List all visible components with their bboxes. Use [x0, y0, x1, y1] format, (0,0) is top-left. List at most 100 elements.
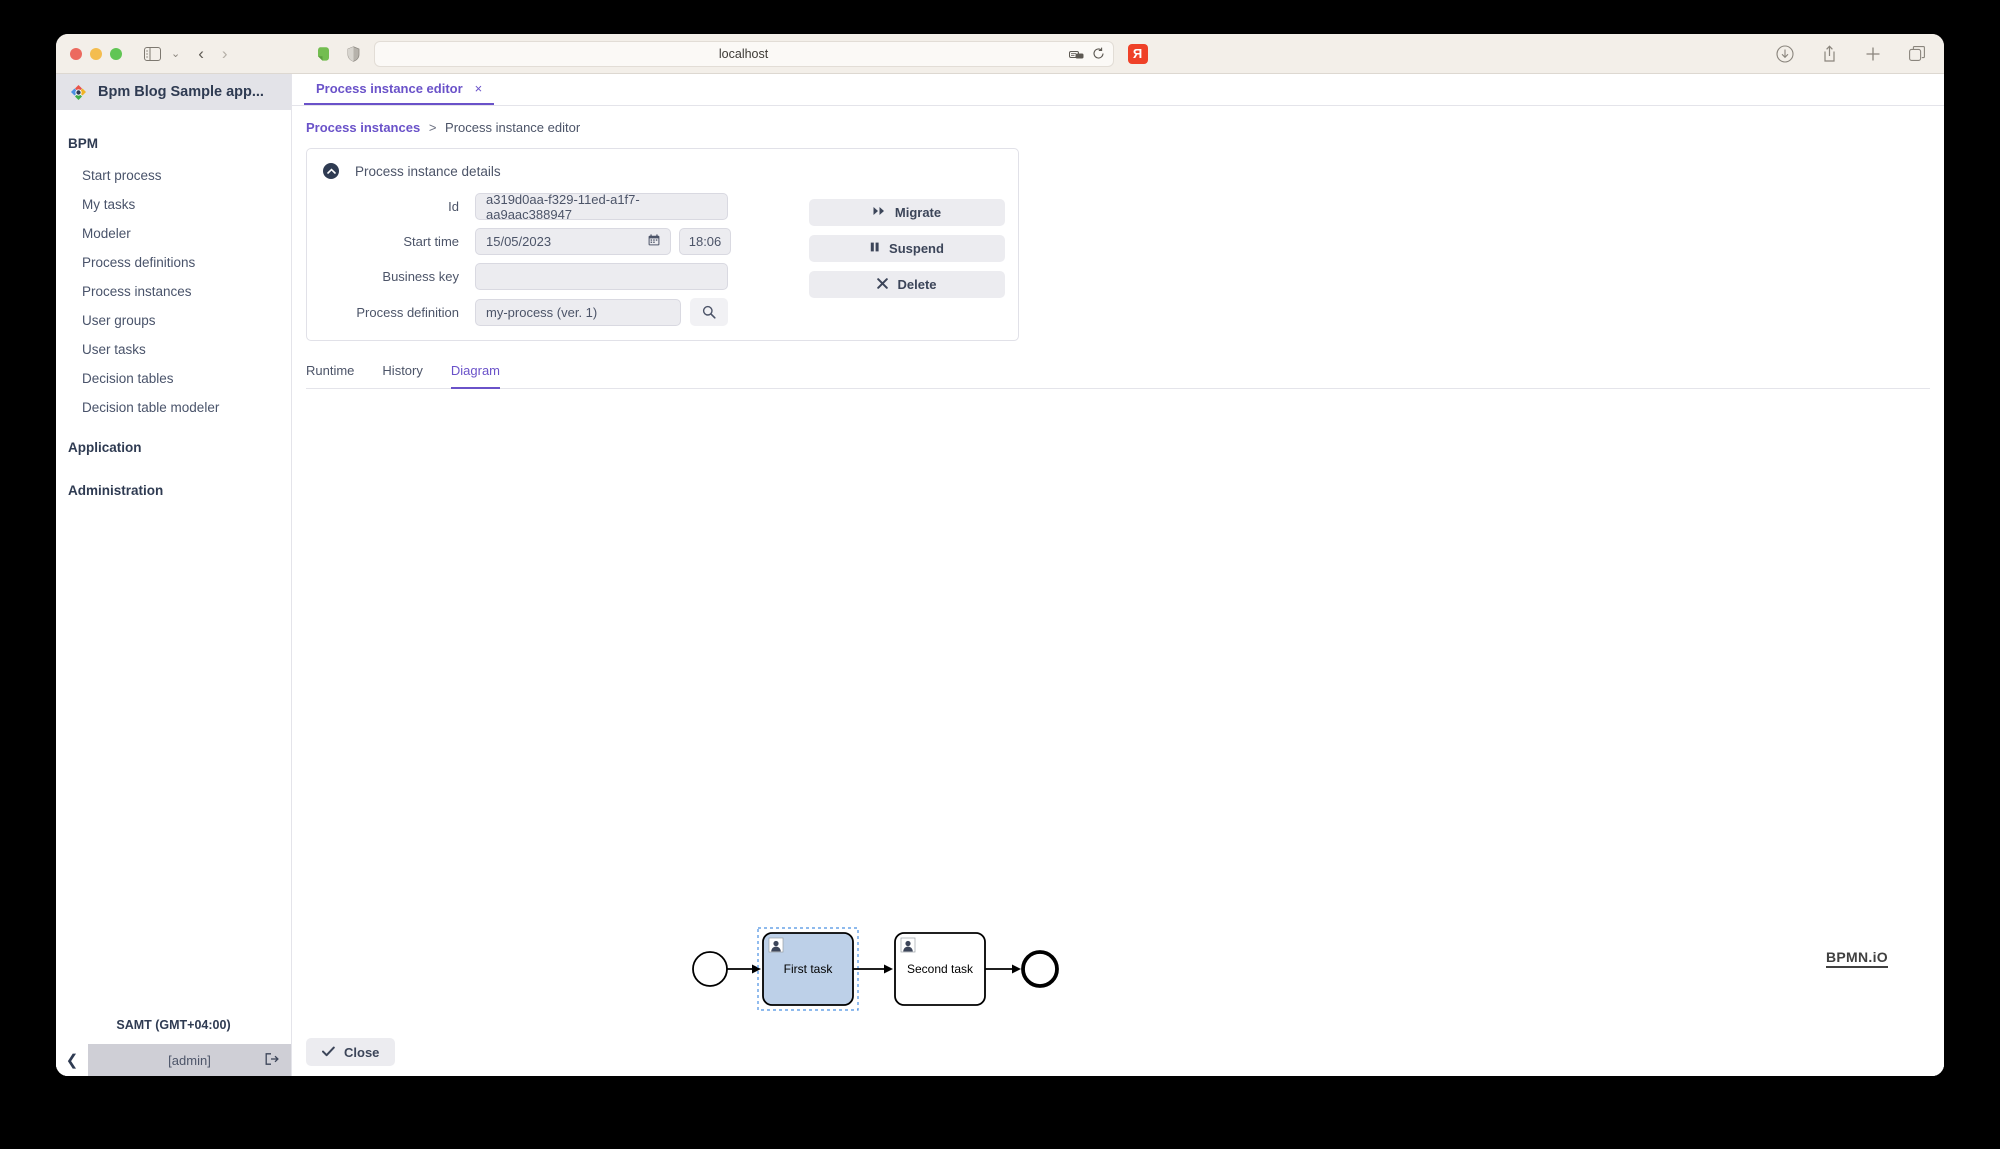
shield-extension-icon[interactable]	[347, 45, 360, 62]
maximize-window-button[interactable]	[110, 47, 122, 60]
start-date-field[interactable]: 15/05/2023	[475, 228, 671, 255]
chevron-left-icon[interactable]: ❮	[56, 1051, 88, 1069]
address-bar-actions	[1068, 42, 1105, 66]
bpmn-task-first-task-label: First task	[784, 962, 834, 976]
window-controls	[70, 47, 122, 60]
minimize-window-button[interactable]	[90, 47, 102, 60]
reload-icon[interactable]	[1092, 47, 1105, 60]
tab-overview-icon[interactable]	[1909, 45, 1926, 62]
user-task-icon	[768, 937, 784, 953]
yandex-extension-icon[interactable]: Я	[1127, 43, 1148, 64]
check-icon	[322, 1045, 335, 1060]
reader-view-icon[interactable]	[1068, 48, 1085, 60]
form-row-process-definition: Process definition my-process (ver. 1)	[307, 298, 1018, 326]
delete-label: Delete	[897, 277, 937, 292]
sidebar-item-modeler[interactable]: Modeler	[56, 219, 291, 248]
url-text: localhost	[718, 46, 769, 61]
user-task-icon	[900, 937, 916, 953]
process-definition-value: my-process (ver. 1)	[486, 304, 598, 320]
address-bar[interactable]: localhost	[373, 40, 1114, 67]
details-card-header: Process instance details	[307, 163, 1018, 179]
bpmn-diagram: First task Second task	[692, 927, 1059, 1011]
tab-runtime[interactable]: Runtime	[306, 363, 354, 389]
sidebar-item-decision-table-modeler[interactable]: Decision table modeler	[56, 393, 291, 422]
download-icon[interactable]	[1776, 44, 1794, 63]
timezone-label: SAMT (GMT+04:00)	[116, 1018, 231, 1032]
process-definition-field[interactable]: my-process (ver. 1)	[475, 298, 681, 326]
plus-icon[interactable]	[1865, 46, 1881, 62]
sidebar-group-administration[interactable]: Administration	[56, 465, 291, 508]
sidebar-toggle-icon[interactable]	[144, 46, 161, 61]
extension-icons	[316, 45, 360, 62]
chevron-down-icon[interactable]: ⌄	[171, 47, 180, 60]
app-brand-header: Bpm Blog Sample app...	[56, 74, 291, 110]
user-bar[interactable]: [admin]	[88, 1044, 291, 1076]
details-card-title: Process instance details	[355, 163, 501, 179]
close-x-icon	[877, 277, 889, 292]
id-field[interactable]: a319d0aa-f329-11ed-a1f7-aa9aac388947	[475, 191, 728, 222]
suspend-button[interactable]: Suspend	[809, 235, 1005, 262]
bpmn-io-watermark[interactable]: BPMN.iO	[1826, 949, 1888, 968]
sidebar-item-process-instances[interactable]: Process instances	[56, 277, 291, 306]
id-value: a319d0aa-f329-11ed-a1f7-aa9aac388947	[486, 191, 640, 222]
sidebar-group-application[interactable]: Application	[56, 422, 291, 465]
chevron-up-circle-icon[interactable]	[323, 163, 339, 179]
diamond-logo-icon	[70, 84, 87, 101]
suspend-label: Suspend	[889, 241, 944, 256]
process-instance-details-card: Process instance details Id a319d0aa-f32…	[306, 148, 1019, 341]
sidebar-item-decision-tables[interactable]: Decision tables	[56, 364, 291, 393]
start-time-field[interactable]: 18:06	[679, 228, 731, 255]
sidebar-footer: ❮ [admin]	[56, 1044, 291, 1076]
migrate-button[interactable]: Migrate	[809, 199, 1005, 226]
content-tab-bar: Runtime History Diagram	[306, 363, 1930, 389]
editor-footer: Close	[292, 1028, 1944, 1076]
forward-arrow-icon[interactable]: ›	[222, 44, 228, 64]
pause-icon	[870, 242, 880, 255]
bpmn-task-second-task-label: Second task	[907, 962, 974, 976]
browser-window: ⌄ ‹ › localhost Я Bpm Blog Sample app...…	[56, 34, 1944, 1076]
fast-forward-icon	[873, 206, 886, 219]
evernote-extension-icon[interactable]	[316, 46, 331, 62]
share-icon[interactable]	[1822, 44, 1837, 63]
tab-diagram[interactable]: Diagram	[450, 363, 500, 389]
label-process-definition: Process definition	[356, 304, 459, 320]
breadcrumb-separator: >	[428, 120, 437, 135]
migrate-label: Migrate	[894, 205, 942, 220]
start-time-value: 18:06	[688, 234, 722, 249]
calendar-icon[interactable]	[648, 234, 660, 249]
close-window-button[interactable]	[70, 47, 82, 60]
sidebar-item-user-tasks[interactable]: User tasks	[56, 335, 291, 364]
sidebar-item-my-tasks[interactable]: My tasks	[56, 190, 291, 219]
label-id: Id	[448, 199, 459, 214]
sidebar-item-user-groups[interactable]: User groups	[56, 306, 291, 335]
logout-icon[interactable]	[265, 1052, 279, 1068]
user-name-label: [admin]	[168, 1052, 211, 1068]
tab-process-instance-editor[interactable]: Process instance editor ×	[304, 81, 495, 105]
breadcrumb: Process instances > Process instance edi…	[292, 106, 1944, 135]
app-body: Bpm Blog Sample app... BPM Start process…	[56, 74, 1944, 1076]
bpmn-start-event[interactable]	[692, 951, 728, 987]
back-arrow-icon[interactable]: ‹	[198, 44, 204, 64]
tab-label: Process instance editor	[316, 81, 463, 96]
bpmn-diagram-canvas[interactable]: First task Second task BPMN.iO	[292, 389, 1944, 1028]
start-date-value: 15/05/2023	[486, 234, 552, 249]
bpmn-end-event[interactable]	[1021, 950, 1059, 988]
search-icon[interactable]	[690, 298, 728, 326]
app-sidebar: Bpm Blog Sample app... BPM Start process…	[56, 74, 292, 1076]
app-title: Bpm Blog Sample app...	[98, 84, 264, 100]
browser-toolbar: ⌄ ‹ › localhost Я	[56, 34, 1944, 74]
business-key-field[interactable]	[475, 263, 728, 290]
breadcrumb-link-process-instances[interactable]: Process instances	[306, 120, 420, 135]
tab-history[interactable]: History	[382, 363, 422, 389]
sidebar-item-start-process[interactable]: Start process	[56, 161, 291, 190]
breadcrumb-current: Process instance editor	[445, 120, 581, 135]
sidebar-item-process-definitions[interactable]: Process definitions	[56, 248, 291, 277]
toolbar-right-actions	[1776, 34, 1926, 73]
sidebar-group-bpm: BPM	[68, 136, 98, 151]
label-business-key: Business key	[382, 269, 459, 284]
main-content: Process instance editor × Process instan…	[292, 74, 1944, 1076]
close-icon[interactable]: ×	[475, 81, 483, 96]
delete-button[interactable]: Delete	[809, 271, 1005, 298]
close-button[interactable]: Close	[306, 1038, 396, 1066]
label-start-time: Start time	[403, 234, 459, 249]
